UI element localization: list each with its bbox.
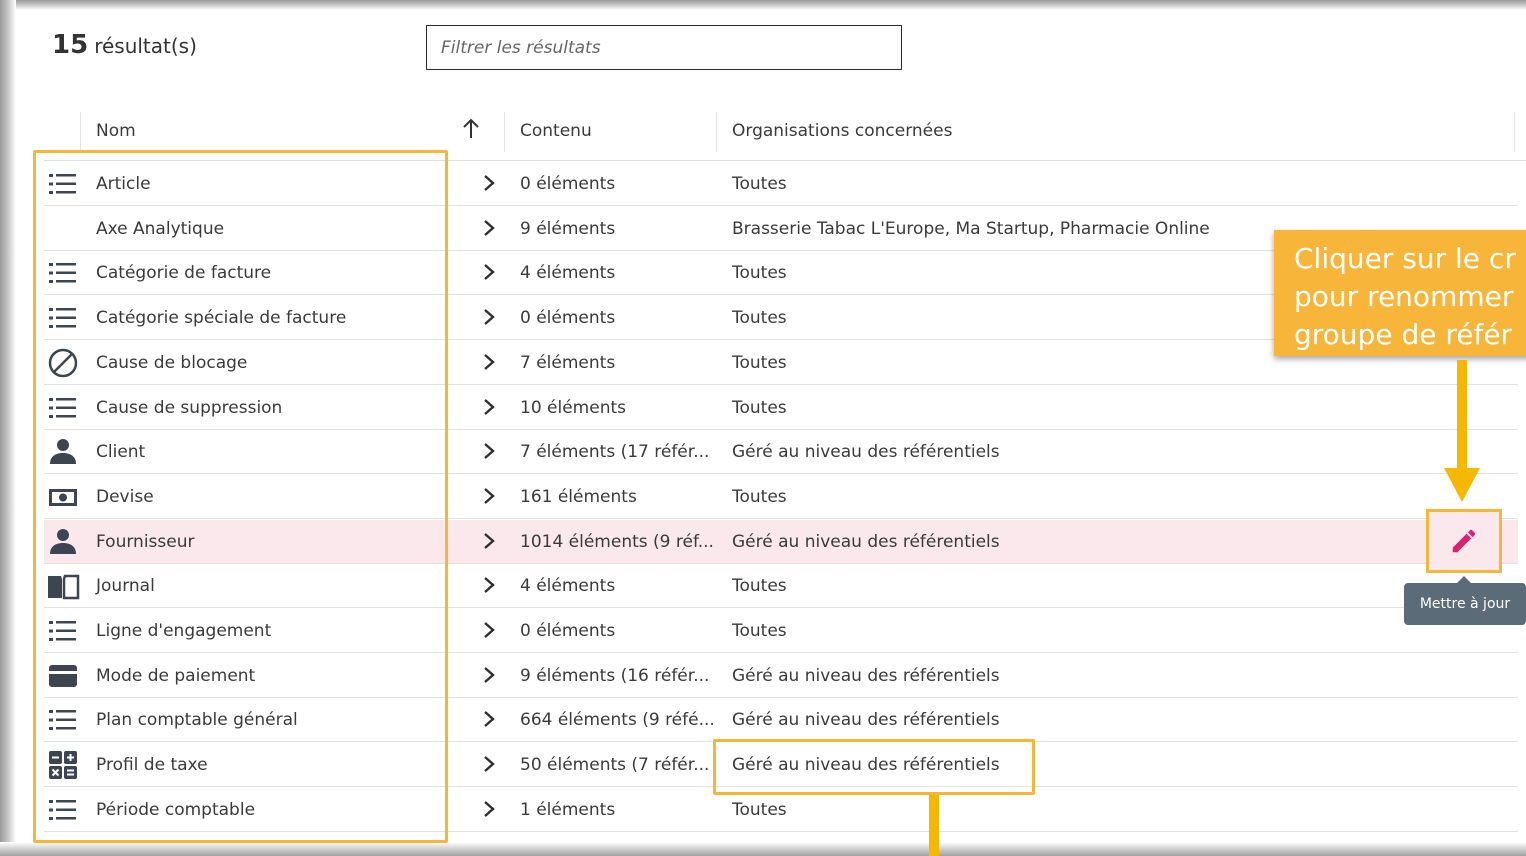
column-header-content[interactable]: Contenu [520, 110, 592, 152]
row-orgs: Toutes [732, 174, 787, 194]
row-content: 9 éléments (16 référ... [520, 665, 710, 686]
chevron-right-icon[interactable] [478, 217, 500, 239]
pencil-icon [1452, 529, 1476, 553]
screenshot-frame-bottom [0, 842, 1526, 856]
column-separator [1514, 112, 1515, 152]
instruction-callout: Cliquer sur le cr pour renommer groupe d… [1274, 230, 1526, 356]
row-orgs: Brasserie Tabac L'Europe, Ma Startup, Ph… [732, 218, 1210, 239]
pointer-arrow-shaft [929, 795, 939, 856]
update-tooltip: Mettre à jour [1404, 576, 1526, 625]
row-content: 7 éléments (17 référ... [520, 442, 710, 463]
row-orgs: Toutes [732, 263, 787, 284]
screenshot-frame-left [0, 0, 16, 856]
row-content: 0 éléments [520, 174, 616, 194]
chevron-right-icon[interactable] [478, 172, 500, 194]
row-content: 4 éléments [520, 576, 616, 597]
chevron-right-icon[interactable] [478, 753, 500, 775]
row-orgs: Toutes [732, 397, 787, 418]
sort-ascending-icon[interactable] [460, 116, 482, 142]
row-orgs: Toutes [732, 352, 787, 373]
chevron-right-icon[interactable] [478, 440, 500, 462]
chevron-right-icon[interactable] [478, 708, 500, 730]
row-content: 1014 éléments (9 réf... [520, 531, 714, 552]
chevron-right-icon[interactable] [478, 574, 500, 596]
row-orgs: Géré au niveau des référentiels [732, 665, 1000, 686]
chevron-right-icon[interactable] [478, 485, 500, 507]
row-orgs: Toutes [732, 799, 787, 820]
row-orgs: Géré au niveau des référentiels [732, 710, 1000, 731]
chevron-right-icon[interactable] [478, 351, 500, 373]
chevron-right-icon[interactable] [478, 261, 500, 283]
row-content: 664 éléments (9 réfé... [520, 710, 715, 731]
row-content: 7 éléments [520, 352, 616, 373]
callout-arrow-head-icon [1444, 468, 1480, 502]
column-header-name[interactable]: Nom [96, 110, 136, 152]
row-content: 50 éléments (7 référ... [520, 755, 710, 776]
row-content: 0 éléments [520, 621, 616, 641]
row-content: 161 éléments [520, 486, 637, 507]
edit-button[interactable] [1426, 509, 1502, 573]
chevron-right-icon[interactable] [478, 396, 500, 418]
name-column-highlight [33, 150, 448, 843]
column-separator [716, 112, 717, 152]
row-orgs: Toutes [732, 576, 787, 597]
row-content: 4 éléments [520, 263, 616, 284]
column-separator [80, 112, 81, 152]
filter-input[interactable] [426, 25, 902, 70]
row-content: 1 éléments [520, 799, 616, 820]
chevron-right-icon[interactable] [478, 798, 500, 820]
screenshot-frame-top [0, 0, 1526, 10]
orgs-cell-highlight [713, 739, 1035, 795]
chevron-right-icon[interactable] [478, 530, 500, 552]
chevron-right-icon[interactable] [478, 664, 500, 686]
results-count: 15 résultat(s) [52, 30, 197, 60]
row-content: 0 éléments [520, 308, 616, 329]
row-orgs: Toutes [732, 308, 787, 329]
row-content: 10 éléments [520, 397, 626, 418]
row-orgs: Toutes [732, 621, 787, 641]
row-orgs: Géré au niveau des référentiels [732, 442, 1000, 463]
row-orgs: Géré au niveau des référentiels [732, 531, 1000, 552]
callout-arrow-shaft [1457, 360, 1467, 472]
chevron-right-icon[interactable] [478, 306, 500, 328]
column-separator [504, 112, 505, 152]
chevron-right-icon[interactable] [478, 619, 500, 641]
column-header-orgs[interactable]: Organisations concernées [732, 110, 952, 152]
row-orgs: Toutes [732, 486, 787, 507]
row-content: 9 éléments [520, 218, 616, 239]
